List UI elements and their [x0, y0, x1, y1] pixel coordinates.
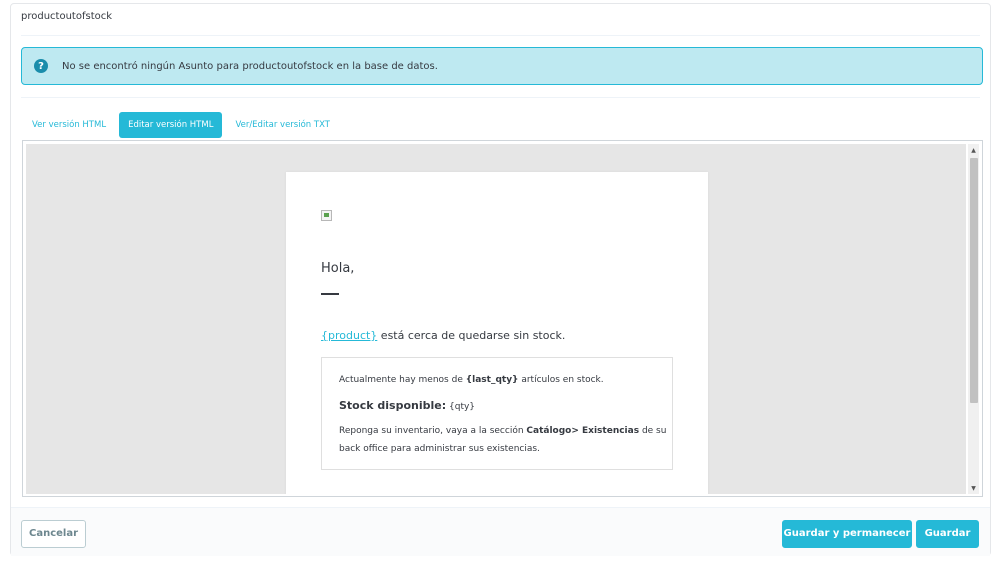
greeting-underline [321, 293, 339, 295]
qty-var: {qty} [446, 402, 476, 412]
editor-scrollbar[interactable]: ▲ ▼ [968, 144, 979, 494]
tab-edit-txt[interactable]: Ver/Editar versión TXT [226, 112, 339, 138]
save-button[interactable]: Guardar [916, 520, 979, 548]
line1-prefix: Actualmente hay menos de [339, 375, 466, 385]
stock-available-line: Stock disponible: {qty} [339, 399, 475, 412]
email-card: Hola, {product} está cerca de quedarse s… [286, 172, 708, 494]
line3-prefix: Reponga su inventario, vaya a la sección [339, 426, 527, 436]
stock-less-than-line: Actualmente hay menos de {last_qty} artí… [339, 375, 604, 385]
title-divider [21, 35, 980, 36]
product-link[interactable]: {product} [321, 329, 377, 342]
product-line-text: está cerca de quedarse sin stock. [377, 329, 566, 342]
translation-panel: productoutofstock ? No se encontró ningú… [10, 3, 991, 556]
question-icon: ? [34, 59, 48, 73]
last-qty-var: {last_qty} [465, 375, 519, 385]
line1-suffix: artículos en stock. [518, 375, 604, 385]
catalog-stock-path: Catálogo> Existencias [526, 426, 640, 436]
tab-view-html[interactable]: Ver versión HTML [23, 112, 115, 138]
restock-instructions: Reponga su inventario, vaya a la sección… [339, 422, 669, 458]
info-alert: ? No se encontró ningún Asunto para prod… [21, 47, 983, 85]
stock-info-box: Actualmente hay menos de {last_qty} artí… [321, 357, 673, 470]
product-line: {product} está cerca de quedarse sin sto… [321, 329, 565, 342]
save-and-stay-button[interactable]: Guardar y permanecer [782, 520, 912, 548]
cancel-button[interactable]: Cancelar [21, 520, 86, 548]
broken-image-icon [321, 210, 332, 221]
panel-title: productoutofstock [21, 11, 113, 22]
stock-available-label: Stock disponible: [339, 399, 447, 412]
panel-footer: Cancelar Guardar y permanecer Guardar [11, 508, 990, 556]
editor-tabs: Ver versión HTML Editar versión HTML Ver… [23, 112, 339, 138]
email-greeting: Hola, [321, 261, 355, 276]
email-preview-area[interactable]: Hola, {product} está cerca de quedarse s… [26, 144, 966, 494]
scroll-down-icon[interactable]: ▼ [968, 482, 979, 494]
tab-edit-html[interactable]: Editar versión HTML [119, 112, 223, 138]
scroll-thumb[interactable] [970, 158, 978, 403]
alert-divider [21, 97, 980, 98]
html-editor[interactable]: Hola, {product} está cerca de quedarse s… [22, 140, 983, 497]
alert-message: No se encontró ningún Asunto para produc… [62, 60, 438, 72]
scroll-up-icon[interactable]: ▲ [968, 144, 979, 156]
